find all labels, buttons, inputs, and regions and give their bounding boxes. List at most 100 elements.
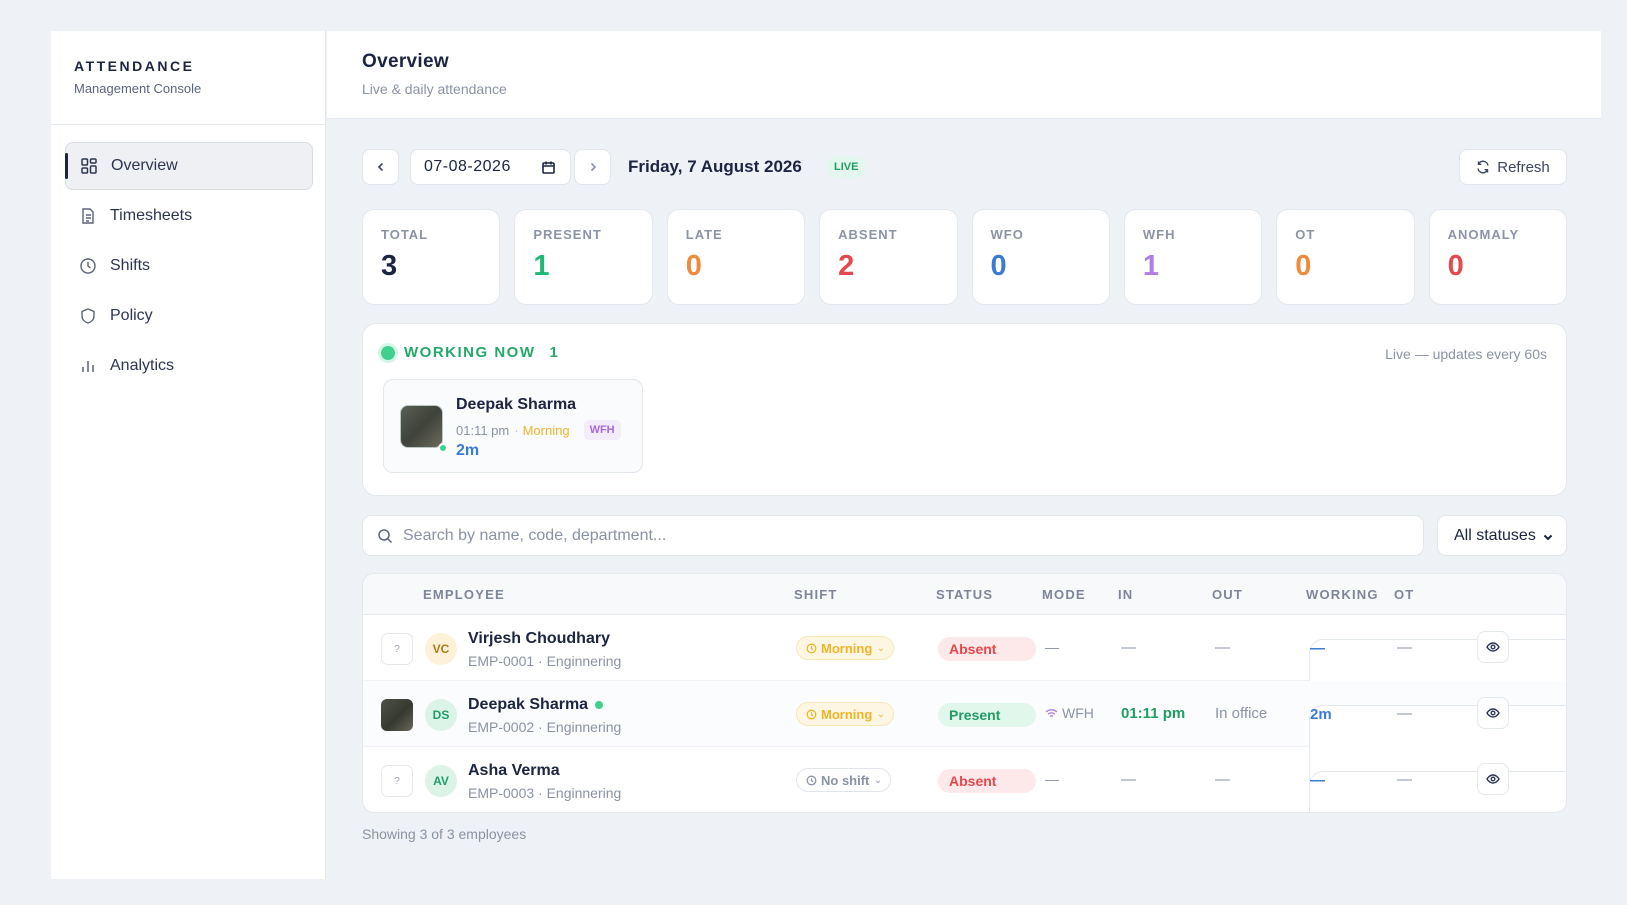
shift-name: Morning (522, 422, 570, 438)
view-details-button[interactable] (1477, 631, 1509, 663)
brand-title: ATTENDANCE (74, 58, 195, 74)
avatar: VC (425, 633, 457, 665)
stat-label: LATE (685, 227, 723, 242)
ot-cell: — (1397, 705, 1412, 722)
view-details-button[interactable] (1477, 697, 1509, 729)
column-header-working[interactable]: WORKING (1306, 587, 1379, 602)
status-filter-select[interactable]: All statuses (1437, 515, 1567, 556)
page-title: Overview (362, 51, 449, 72)
status-filter-value: All statuses (1454, 526, 1536, 544)
stat-value: 0 (990, 250, 1007, 282)
grid-icon (80, 157, 98, 175)
employee-meta: EMP-0001 · Enginnering (468, 653, 622, 669)
search-icon (378, 528, 393, 543)
live-dot-icon (381, 345, 395, 360)
clock-icon (79, 257, 97, 275)
sidebar-nav: Overview Timesheets Shifts Policy Analyt… (51, 125, 325, 390)
photo-placeholder: ? (381, 765, 413, 797)
out-cell: — (1215, 639, 1230, 656)
stat-card-wfh: WFH 1 (1123, 209, 1263, 305)
search-input[interactable] (403, 526, 1303, 545)
employee-photo (400, 405, 443, 448)
column-header-in[interactable]: IN (1118, 587, 1133, 602)
stat-card-late: LATE 0 (666, 209, 806, 305)
stat-card-wfo: WFO 0 (971, 209, 1110, 305)
bar-chart-icon (79, 357, 97, 375)
stat-label: ANOMALY (1447, 227, 1520, 242)
chevron-right-icon (590, 162, 596, 172)
sidebar-item-label: Policy (110, 307, 153, 324)
status-badge: Present (938, 703, 1036, 727)
employee-meta: EMP-0003 · Enginnering (468, 785, 622, 801)
calendar-icon[interactable] (541, 160, 556, 175)
date-toolbar: 07-08-2026 Friday, 7 August 2026 LIVE Re… (362, 149, 1567, 185)
mode-value: — (1045, 639, 1059, 655)
shift-selector[interactable]: No shift ⌄ (796, 768, 891, 792)
results-count: Showing 3 of 3 employees (362, 826, 527, 842)
shift-label: Morning (821, 706, 873, 722)
meta-separator: · (514, 422, 519, 438)
sidebar-item-shifts[interactable]: Shifts (65, 242, 313, 290)
table-row[interactable]: ? AV Asha Verma EMP-0003 · Enginnering N… (363, 747, 1566, 812)
column-header-shift[interactable]: SHIFT (794, 587, 838, 602)
sidebar-item-timesheets[interactable]: Timesheets (65, 192, 313, 240)
shift-selector[interactable]: Morning ⌄ (796, 702, 894, 726)
chevron-left-icon (377, 162, 383, 172)
status-badge: Absent (938, 769, 1036, 793)
sidebar-item-label: Analytics (110, 357, 175, 374)
wifi-icon (1045, 708, 1058, 717)
employee-meta: 01:11 pm · Morning WFH (456, 420, 621, 440)
working-cell: — (1309, 771, 1566, 812)
working-employee-card[interactable]: Deepak Sharma 01:11 pm · Morning WFH 2m (383, 379, 643, 473)
out-cell: In office (1215, 705, 1268, 722)
previous-day-button[interactable] (362, 149, 399, 185)
employee-name-text: Deepak Sharma (468, 696, 589, 713)
chevron-down-icon: ⌄ (877, 708, 885, 719)
sidebar: ATTENDANCE Management Console Overview T… (51, 31, 326, 879)
table-row[interactable]: ? VC Virjesh Choudhary EMP-0001 · Enginn… (363, 615, 1566, 812)
working-now-title: WORKING NOW (404, 344, 536, 361)
working-duration: 2m (456, 442, 480, 459)
search-bar[interactable] (362, 515, 1424, 556)
view-details-button[interactable] (1477, 763, 1509, 795)
stat-value: 0 (685, 250, 702, 282)
date-input[interactable]: 07-08-2026 (410, 149, 571, 185)
employee-name[interactable]: Deepak Sharma (468, 696, 604, 714)
column-header-status[interactable]: STATUS (936, 587, 993, 602)
stat-card-total: TOTAL 3 (362, 209, 501, 305)
clock-icon (806, 643, 817, 653)
clock-icon (806, 709, 817, 719)
online-indicator-icon (595, 701, 604, 709)
eye-icon (1486, 774, 1500, 784)
in-cell: 01:11 pm (1121, 705, 1186, 722)
sidebar-item-policy[interactable]: Policy (65, 292, 313, 340)
stat-value: 2 (838, 250, 855, 282)
chevron-down-icon: ⌄ (874, 774, 882, 785)
column-header-mode[interactable]: MODE (1042, 587, 1086, 602)
stat-card-absent: ABSENT 2 (819, 209, 958, 305)
refresh-button[interactable]: Refresh (1459, 149, 1567, 185)
page-header: Overview Live & daily attendance (327, 31, 1601, 119)
mode-cell: — (1045, 639, 1059, 655)
column-header-out[interactable]: OUT (1212, 587, 1243, 602)
table-row[interactable]: DS Deepak Sharma EMP-0002 · Enginnering … (363, 681, 1566, 812)
column-header-ot[interactable]: OT (1394, 587, 1414, 602)
app-window: ATTENDANCE Management Console Overview T… (51, 31, 1601, 879)
employee-name[interactable]: Asha Verma (468, 762, 560, 780)
selected-date-label: Friday, 7 August 2026 (628, 157, 802, 176)
eye-icon (1486, 642, 1500, 652)
mode-cell: — (1045, 771, 1059, 787)
mode-badge: WFH (583, 420, 621, 440)
sidebar-item-analytics[interactable]: Analytics (65, 342, 313, 390)
status-badge: Absent (938, 637, 1036, 661)
ot-cell: — (1397, 771, 1412, 788)
stat-value: 0 (1447, 250, 1464, 282)
employee-photo (381, 699, 413, 731)
brand-subtitle: Management Console (74, 81, 202, 96)
out-cell: — (1215, 771, 1230, 788)
employee-name[interactable]: Virjesh Choudhary (468, 630, 610, 648)
next-day-button[interactable] (574, 149, 611, 185)
column-header-employee[interactable]: EMPLOYEE (423, 587, 505, 602)
shift-selector[interactable]: Morning ⌄ (796, 636, 894, 660)
sidebar-item-overview[interactable]: Overview (65, 142, 313, 190)
